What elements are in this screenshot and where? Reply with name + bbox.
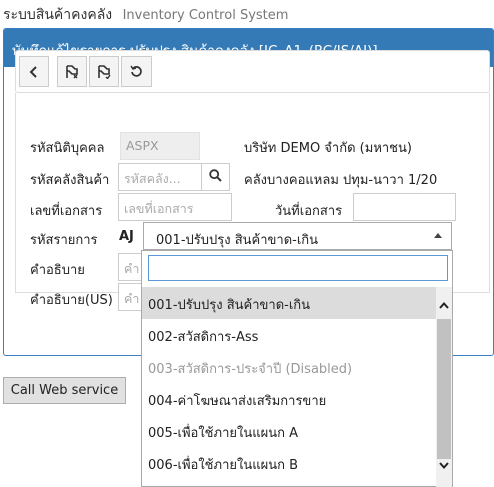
dropdown-option-disabled: 003-สวัสดิการ-ประจำปี (Disabled): [148, 362, 353, 377]
company-code-field: ASPX: [120, 132, 200, 160]
dropdown-option[interactable]: 006-เพื่อใช้ภายในแผนก B: [142, 447, 437, 479]
refresh-icon: [130, 65, 143, 78]
search-icon: [209, 168, 222, 186]
trans-code-selected: 001-ปรับปรุง สินค้าขาด-เกิน: [156, 233, 319, 248]
save-close-icon: [97, 64, 111, 79]
call-web-service-button[interactable]: Call Web service: [3, 377, 126, 404]
save-new-icon: [65, 64, 79, 79]
doc-no-label: เลขที่เอกสาร: [30, 204, 103, 219]
warehouse-name: คลังบางคอแหลม ปทุม-นาวา 1/20: [244, 173, 438, 188]
scrollbar-thumb[interactable]: [437, 319, 451, 459]
trans-code-label: รหัสรายการ: [30, 233, 98, 248]
warehouse-label: รหัสคลังสินค้า: [30, 173, 110, 188]
dropdown-list: 001-ปรับปรุง สินค้าขาด-เกิน 002-สวัสดิกา…: [142, 287, 437, 487]
dropdown-option[interactable]: 001-ปรับปรุง สินค้าขาด-เกิน: [142, 287, 437, 319]
chevron-up-icon[interactable]: [436, 297, 452, 313]
dropdown-option[interactable]: 004-ค่าโฆษณาส่งเสริมการขาย: [142, 383, 437, 415]
chevron-down-icon[interactable]: [436, 457, 452, 473]
app-title-thai: ระบบสินค้าคงคลัง: [3, 7, 113, 23]
trans-code-prefix: AJ: [119, 229, 134, 244]
app-subtitle: Inventory Control System: [122, 8, 289, 23]
back-icon: [28, 65, 40, 78]
desc-label: คำอธิบาย: [30, 263, 85, 278]
trans-code-select[interactable]: 001-ปรับปรุง สินค้าขาด-เกิน: [143, 222, 452, 250]
doc-no-input[interactable]: เลขที่เอกสาร: [118, 193, 232, 221]
save-new-button[interactable]: [57, 56, 87, 87]
chevron-up-icon: [434, 233, 442, 238]
dropdown-scrollbar[interactable]: [436, 287, 452, 487]
save-close-button[interactable]: [89, 56, 119, 87]
dropdown-search-input[interactable]: [148, 255, 448, 281]
company-name: บริษัท DEMO จำกัด (มหาชน): [244, 141, 412, 156]
dropdown-option[interactable]: 005-เพื่อใช้ภายในแผนก A: [142, 415, 437, 447]
app-title: ระบบสินค้าคงคลัง Inventory Control Syste…: [3, 4, 288, 26]
back-button[interactable]: [19, 56, 49, 87]
refresh-button[interactable]: [121, 56, 152, 87]
doc-date-label: วันที่เอกสาร: [275, 204, 343, 219]
company-code-label: รหัสนิติบุคคล: [30, 141, 105, 156]
warehouse-input[interactable]: รหัสคลัง...: [118, 163, 202, 191]
desc-us-label: คำอธิบาย(US): [30, 293, 113, 308]
warehouse-search-button[interactable]: [201, 163, 230, 191]
toolbar: [15, 50, 490, 93]
trans-code-dropdown: 001-ปรับปรุง สินค้าขาด-เกิน 002-สวัสดิกา…: [141, 250, 453, 487]
dropdown-option[interactable]: 002-สวัสดิการ-Ass: [142, 319, 437, 351]
doc-date-input[interactable]: [353, 193, 456, 221]
